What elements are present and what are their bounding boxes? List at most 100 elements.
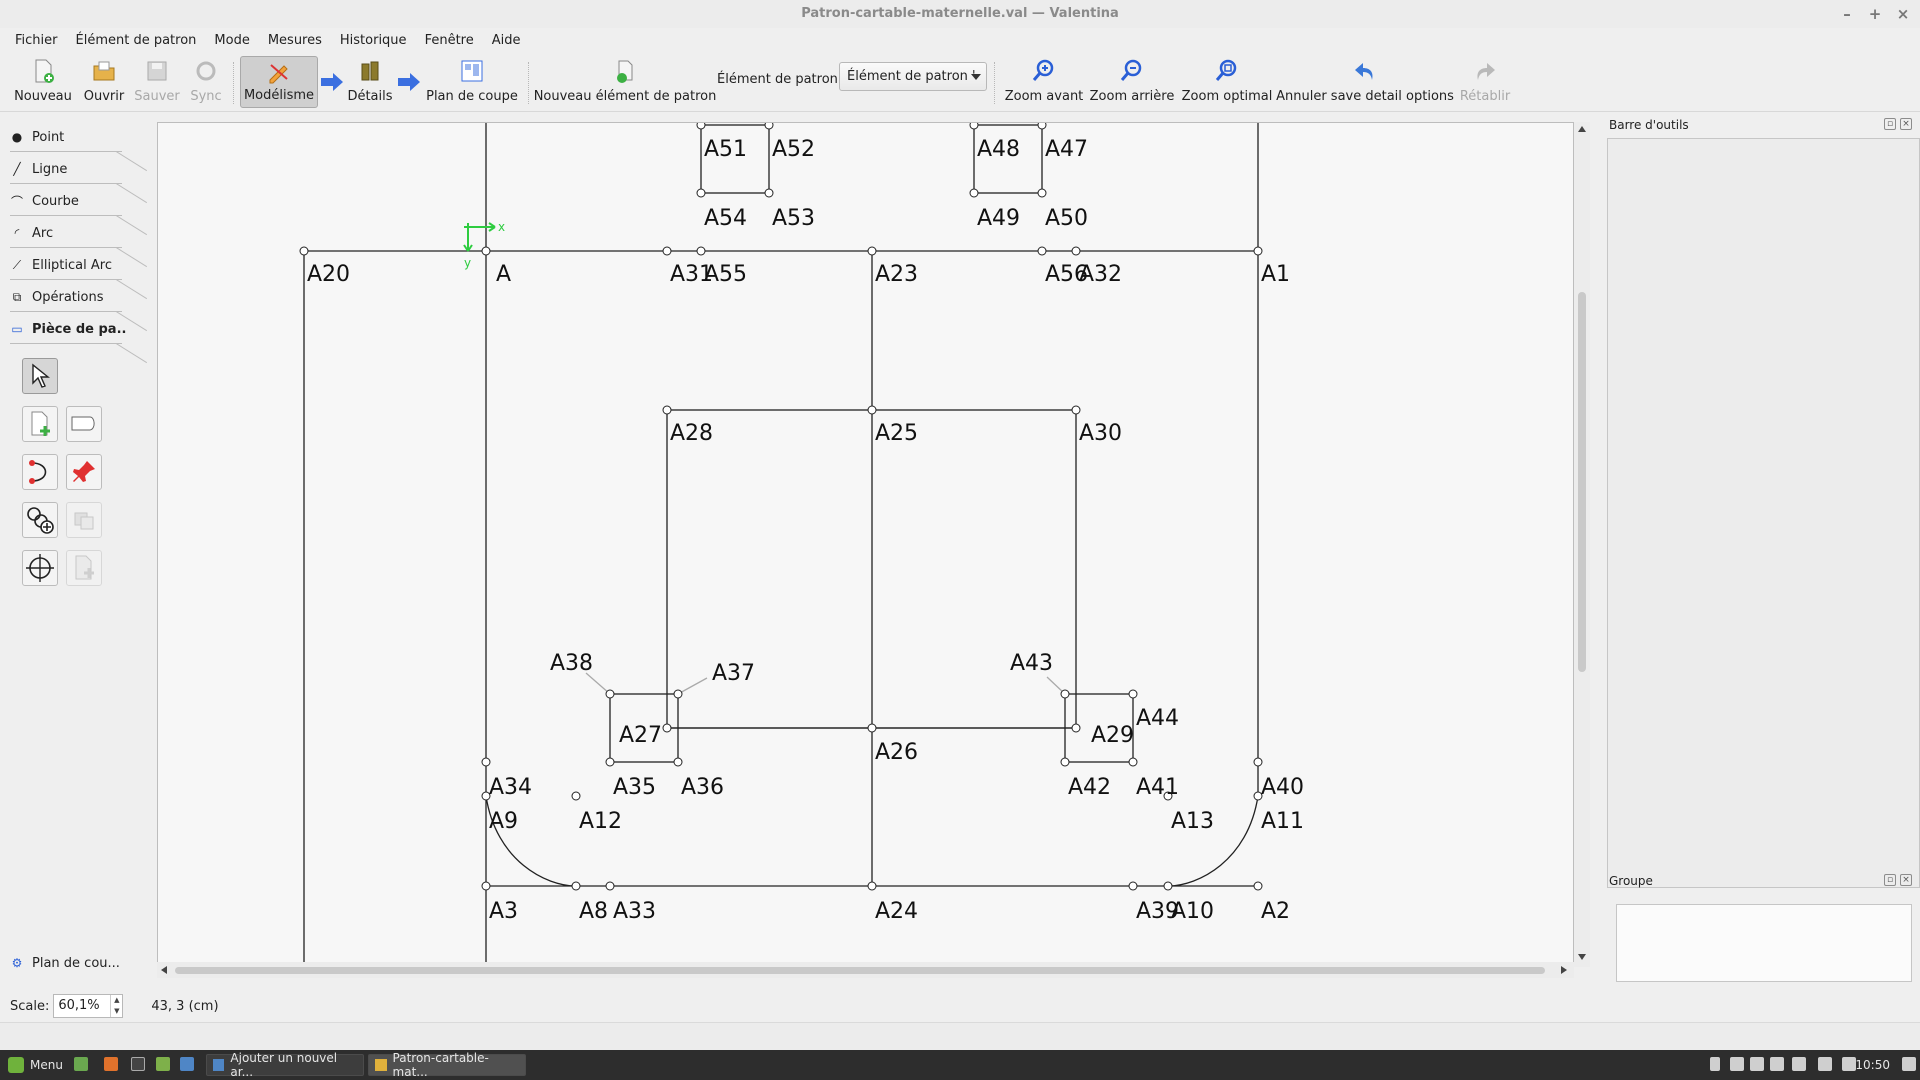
spin-arrows-icon[interactable]: ▲ ▼ [110, 995, 122, 1017]
cloud-icon[interactable] [1792, 1057, 1806, 1071]
terminal-launcher-icon[interactable] [131, 1057, 145, 1071]
point-label-a35[interactable]: A35 [613, 775, 656, 800]
point-label-a55[interactable]: A55 [704, 262, 747, 287]
zoom-in-button[interactable]: Zoom avant [1004, 56, 1084, 108]
vertical-scrollbar[interactable] [1574, 122, 1590, 967]
menu-fichier[interactable]: Fichier [6, 33, 67, 48]
dock-close-icon[interactable]: × [1900, 118, 1912, 130]
point-label-a44[interactable]: A44 [1136, 706, 1179, 731]
show-desktop-icon[interactable] [74, 1057, 88, 1071]
files-launcher-icon[interactable] [156, 1057, 170, 1071]
category-curve[interactable]: ⌒ Courbe [10, 186, 150, 236]
pin-tool-button[interactable] [66, 454, 102, 490]
piece-selector-combobox[interactable]: Élément de patron ' [839, 62, 987, 91]
menu-fenetre[interactable]: Fenêtre [416, 33, 483, 48]
sync-button[interactable]: Sync [186, 56, 226, 108]
user-icon[interactable] [1710, 1057, 1720, 1071]
taskbar-window-1[interactable]: Ajouter un nouvel ar... [206, 1051, 364, 1079]
point-label-a43[interactable]: A43 [1010, 651, 1053, 676]
point-label-a13[interactable]: A13 [1171, 809, 1214, 834]
bluetooth-icon[interactable] [1842, 1057, 1856, 1071]
menu-historique[interactable]: Historique [331, 33, 416, 48]
volume-icon[interactable] [1750, 1057, 1764, 1071]
point-label-a1[interactable]: A1 [1261, 262, 1290, 287]
point-label-a9[interactable]: A9 [489, 809, 518, 834]
point-label-a41[interactable]: A41 [1136, 775, 1179, 800]
union-tool-button[interactable] [66, 502, 102, 538]
category-operations[interactable]: ⧉ Opérations [10, 282, 150, 332]
point-label-a51[interactable]: A51 [704, 137, 747, 162]
point-label-a56[interactable]: A56 [1045, 262, 1088, 287]
save-button[interactable]: Sauver [132, 56, 182, 108]
point-label-a38[interactable]: A38 [550, 651, 593, 676]
horizontal-scroll-thumb[interactable] [175, 967, 1545, 974]
dock-close-icon[interactable]: × [1900, 874, 1912, 886]
maximize-button[interactable]: + [1868, 0, 1882, 28]
point-label-a54[interactable]: A54 [704, 206, 747, 231]
point-label-a27[interactable]: A27 [619, 723, 662, 748]
link-node-tool-button[interactable] [22, 502, 58, 538]
battery-icon[interactable] [1770, 1057, 1784, 1071]
network-icon[interactable] [1730, 1057, 1744, 1071]
menu-element-patron[interactable]: Élément de patron [67, 33, 206, 48]
point-label-a49[interactable]: A49 [977, 206, 1020, 231]
point-label-a3[interactable]: A3 [489, 899, 518, 924]
point-label-a33[interactable]: A33 [613, 899, 656, 924]
piece-duplicate-tool-button[interactable] [66, 550, 102, 586]
point-label-a29[interactable]: A29 [1091, 723, 1134, 748]
zoom-fit-button[interactable]: Zoom optimal [1182, 56, 1272, 108]
open-button[interactable]: Ouvrir [80, 56, 128, 108]
point-label-a26[interactable]: A26 [875, 740, 918, 765]
new-button[interactable]: Nouveau [12, 56, 74, 108]
new-piece-button[interactable]: Nouveau élément de patron [534, 56, 716, 108]
select-tool-button[interactable] [22, 358, 58, 394]
close-button[interactable]: × [1896, 0, 1910, 28]
app-launcher-icon[interactable] [180, 1057, 194, 1071]
point-label-a39[interactable]: A39 [1136, 899, 1179, 924]
draft-mode-button[interactable]: Modélisme [240, 56, 318, 108]
point-label-a47[interactable]: A47 [1045, 137, 1088, 162]
point-label-a52[interactable]: A52 [772, 137, 815, 162]
vertical-scroll-thumb[interactable] [1578, 292, 1586, 672]
crosshair-tool-button[interactable] [22, 550, 58, 586]
scroll-up-icon[interactable] [1578, 126, 1586, 132]
point-label-a12[interactable]: A12 [579, 809, 622, 834]
detail-shape-tool-button[interactable] [66, 406, 102, 442]
point-label-a36[interactable]: A36 [681, 775, 724, 800]
firefox-launcher-icon[interactable] [104, 1057, 118, 1071]
minimize-button[interactable]: – [1840, 0, 1854, 28]
scale-spinbox[interactable]: 60,1% ▲ ▼ [53, 994, 124, 1018]
scroll-right-icon[interactable] [1561, 966, 1567, 974]
point-label-a20[interactable]: A20 [307, 262, 350, 287]
category-arc[interactable]: ◜ Arc [10, 218, 150, 268]
category-piece[interactable]: ▭ Pièce de pa.. [10, 314, 150, 364]
menu-mode[interactable]: Mode [205, 33, 258, 48]
point-label-a48[interactable]: A48 [977, 137, 1020, 162]
point-label-a37[interactable]: A37 [712, 661, 755, 686]
scroll-down-icon[interactable] [1578, 954, 1586, 960]
point-label-a53[interactable]: A53 [772, 206, 815, 231]
layout-mode-button[interactable]: Plan de coupe [424, 56, 520, 108]
point-label-a[interactable]: A [496, 262, 511, 287]
point-label-a24[interactable]: A24 [875, 899, 918, 924]
dock-float-icon[interactable]: ▫ [1884, 118, 1896, 130]
category-point[interactable]: ● Point [10, 122, 150, 172]
category-line[interactable]: ╱ Ligne [10, 154, 150, 204]
point-label-a50[interactable]: A50 [1045, 206, 1088, 231]
shield-icon[interactable] [1818, 1057, 1832, 1071]
horizontal-scrollbar[interactable] [157, 962, 1574, 978]
point-label-a42[interactable]: A42 [1068, 775, 1111, 800]
point-label-a25[interactable]: A25 [875, 421, 918, 446]
undo-button[interactable]: Annuler save detail options [1276, 56, 1454, 108]
point-label-a30[interactable]: A30 [1079, 421, 1122, 446]
pattern-drawing[interactable]: x y A A1 A2 A3 A8 A9 A10 A11 A12 A13 A20… [158, 123, 1574, 967]
taskbar-window-2[interactable]: Patron-cartable-mat... [368, 1051, 526, 1079]
start-menu-button[interactable]: Menu [2, 1054, 69, 1076]
point-label-a2[interactable]: A2 [1261, 899, 1290, 924]
menu-aide[interactable]: Aide [483, 33, 530, 48]
category-elliptical-arc[interactable]: ⟋ Elliptical Arc [10, 250, 150, 300]
add-piece-tool-button[interactable] [22, 406, 58, 442]
point-label-a28[interactable]: A28 [670, 421, 713, 446]
group-list[interactable] [1616, 904, 1912, 982]
menu-mesures[interactable]: Mesures [259, 33, 331, 48]
